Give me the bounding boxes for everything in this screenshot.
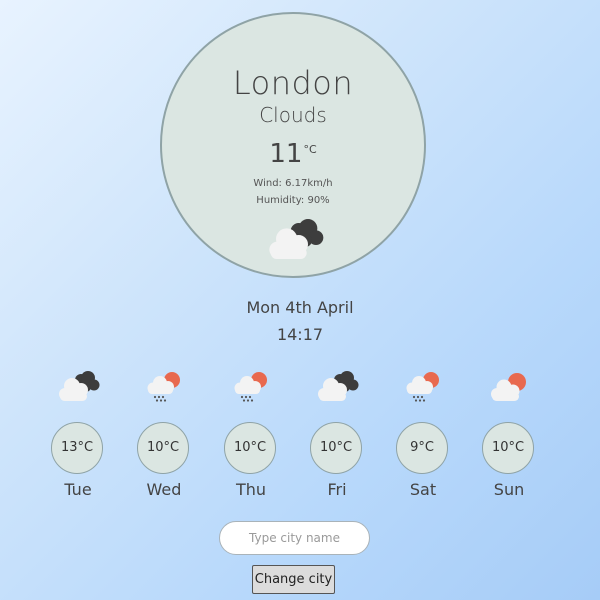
forecast-day: 10°C Fri (297, 364, 377, 504)
current-date: Mon 4th April (246, 298, 354, 317)
city-name: London (232, 64, 354, 102)
forecast-day-name: Tue (64, 480, 92, 499)
forecast-day-name: Sat (409, 480, 437, 499)
sun-cloud-rain-icon (401, 368, 447, 404)
temperature-value: 11 (269, 139, 303, 169)
forecast-day: 10°C Sun (469, 364, 549, 504)
forecast-day: 13°C Tue (38, 364, 118, 504)
city-search-input[interactable] (219, 521, 370, 555)
weather-condition: Clouds (259, 103, 327, 127)
forecast-temperature: 13°C (51, 422, 103, 474)
forecast-temperature: 9°C (396, 422, 448, 474)
current-temperature: 11°C (162, 139, 424, 169)
forecast-day: 9°C Sat (383, 364, 463, 504)
cloud-dark-cloud-icon (56, 368, 102, 404)
current-weather-card: London Clouds 11°C Wind: 6.17km/h Humidi… (160, 12, 426, 278)
sun-cloud-rain-icon (229, 368, 275, 404)
forecast-row: 13°C Tue 10°C Wed 10°C Thu 10°C Fri 9°C … (0, 364, 600, 504)
forecast-temperature: 10°C (310, 422, 362, 474)
wind-speed: Wind: 6.17km/h (253, 178, 333, 189)
cloud-dark-cloud-icon (315, 368, 361, 404)
current-time: 14:17 (276, 325, 324, 344)
forecast-day-name: Sun (493, 480, 525, 499)
sun-cloud-rain-icon (142, 368, 188, 404)
sun-cloud-icon (487, 368, 533, 404)
forecast-day-name: Fri (327, 480, 347, 499)
temperature-unit: °C (303, 143, 317, 156)
forecast-temperature: 10°C (224, 422, 276, 474)
forecast-temperature: 10°C (482, 422, 534, 474)
humidity: Humidity: 90% (256, 195, 330, 206)
forecast-day: 10°C Thu (211, 364, 291, 504)
forecast-temperature: 10°C (137, 422, 189, 474)
forecast-day: 10°C Wed (124, 364, 204, 504)
forecast-day-name: Wed (146, 480, 182, 499)
forecast-day-name: Thu (235, 480, 267, 499)
change-city-button[interactable]: Change city (252, 565, 335, 594)
cloud-dark-cloud-icon (263, 215, 329, 263)
